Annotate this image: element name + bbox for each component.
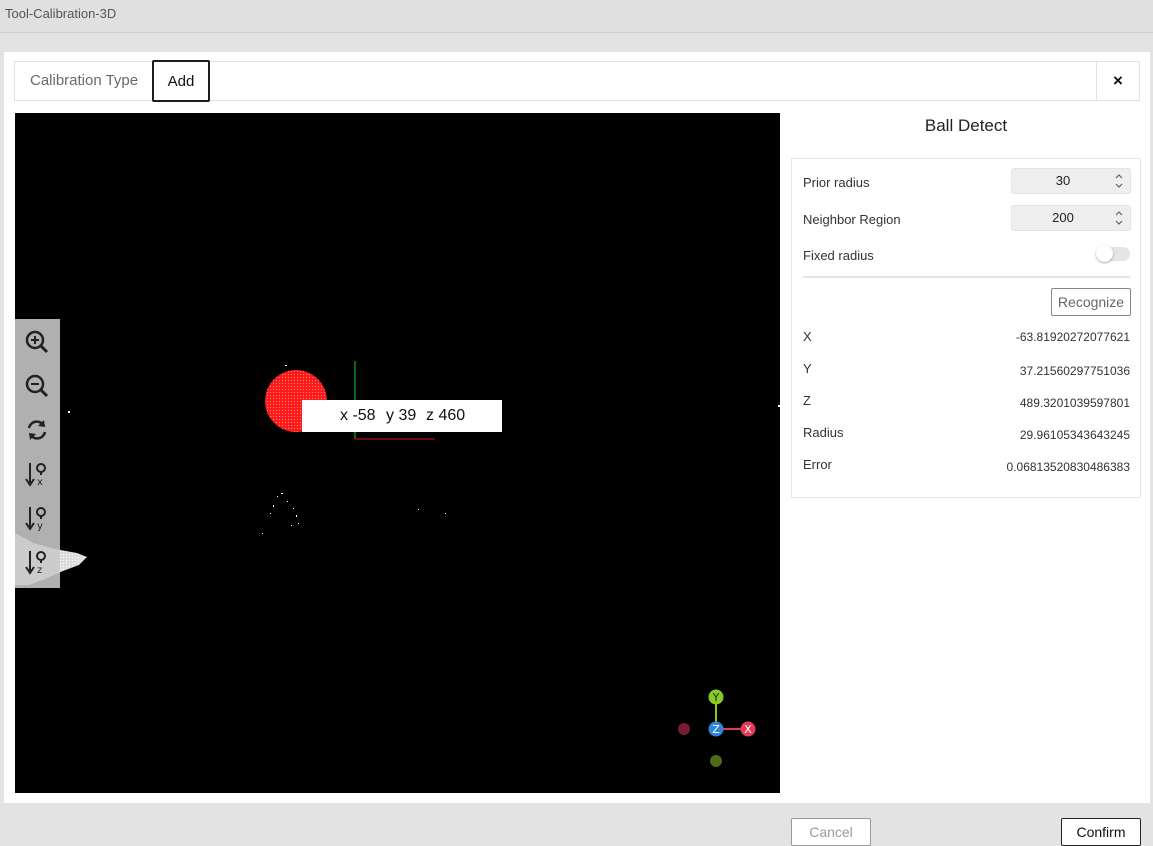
axis-gizmo: [678, 689, 756, 767]
tooltip-x: x -58: [340, 407, 376, 424]
spin-arrows-icon[interactable]: [1112, 206, 1126, 230]
ball-detect-sidebar: Ball Detect Prior radius 30 Neighbor Reg…: [791, 113, 1141, 846]
point-cloud-canvas: [15, 361, 780, 767]
view-y-axis-icon[interactable]: y: [22, 503, 52, 533]
result-radius-value: 29.96105343643245: [1019, 428, 1130, 442]
prior-radius-label: Prior radius: [803, 175, 870, 190]
view-x-axis-icon[interactable]: x: [22, 459, 52, 489]
calibration-dialog: Calibration Type Add × Y X Z x y z x -58…: [4, 52, 1150, 846]
tooltip-y: y 39: [386, 407, 417, 424]
svg-text:y: y: [37, 521, 43, 532]
panel-divider: [803, 276, 1130, 278]
point-cloud-viewport[interactable]: Y X Z x y z x -58 y 39 z 460: [15, 113, 780, 793]
zoom-in-icon[interactable]: [22, 327, 52, 357]
cancel-button[interactable]: Cancel: [791, 818, 871, 846]
result-z-value: 489.3201039597801: [1019, 396, 1130, 410]
result-error-label: Error: [803, 457, 832, 472]
point-coordinate-tooltip: x -58 y 39 z 460: [302, 400, 502, 432]
zoom-out-icon[interactable]: [22, 371, 52, 401]
point-cloud-scatter: [68, 365, 780, 534]
svg-text:x: x: [37, 477, 43, 488]
svg-text:z: z: [37, 565, 42, 576]
result-error-value: 0.06813520830486383: [1006, 460, 1130, 474]
tab-bar: Calibration Type Add ×: [14, 60, 1140, 102]
panel-title: Ball Detect: [924, 116, 1008, 135]
result-x-label: X: [803, 329, 812, 344]
result-radius-label: Radius: [803, 425, 844, 440]
viewer-toolbar: x y z: [15, 319, 60, 588]
result-y-label: Y: [803, 361, 812, 376]
reset-view-icon[interactable]: [22, 415, 52, 445]
tab-add[interactable]: Add: [152, 60, 210, 102]
result-x-value: -63.81920272077621: [1015, 330, 1130, 344]
result-y-value: 37.21560297751036: [1019, 364, 1130, 378]
prior-radius-value: 30: [1055, 173, 1071, 188]
title-bar: Tool-Calibration-3D: [0, 0, 1153, 33]
neighbor-region-value: 200: [1052, 210, 1074, 225]
confirm-button[interactable]: Confirm: [1061, 818, 1141, 846]
recognize-button[interactable]: Recognize: [1051, 288, 1131, 316]
neighbor-region-spinbox[interactable]: 200: [1011, 205, 1131, 231]
neighbor-region-label: Neighbor Region: [803, 212, 901, 227]
view-z-axis-icon[interactable]: z: [22, 547, 52, 577]
result-z-label: Z: [803, 393, 811, 408]
fixed-radius-label: Fixed radius: [803, 248, 874, 263]
ball-detect-panel: Prior radius 30 Neighbor Region 200 Fixe…: [791, 158, 1141, 498]
window-title: Tool-Calibration-3D: [5, 6, 117, 21]
prior-radius-spinbox[interactable]: 30: [1011, 168, 1131, 194]
tooltip-z: z 460: [426, 407, 466, 424]
close-icon[interactable]: ×: [1096, 62, 1139, 100]
tab-calibration-type[interactable]: Calibration Type: [30, 62, 138, 100]
spin-arrows-icon[interactable]: [1112, 169, 1126, 193]
toggle-knob: [1096, 245, 1113, 262]
fixed-radius-toggle[interactable]: [1096, 245, 1130, 262]
